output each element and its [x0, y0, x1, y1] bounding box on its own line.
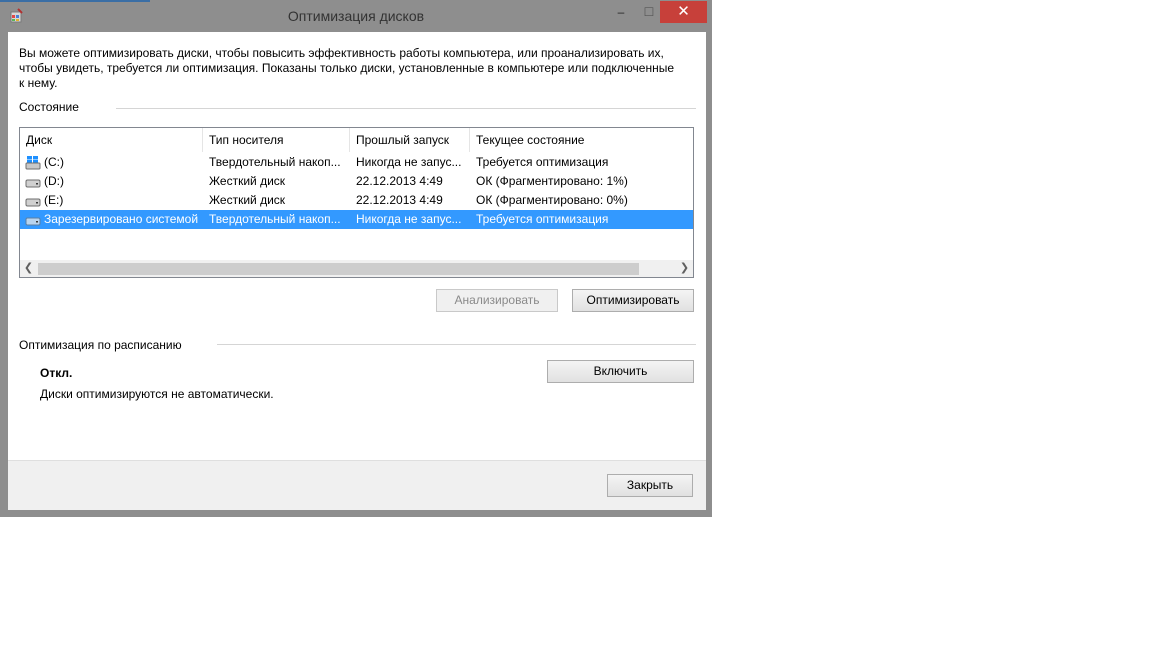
last-run: 22.12.2013 4:49 — [356, 193, 443, 207]
system-drive-icon — [25, 156, 41, 170]
intro-text: Вы можете оптимизировать диски, чтобы по… — [19, 46, 675, 90]
schedule-group-label: Оптимизация по расписанию — [19, 338, 182, 352]
disk-name: (C:) — [44, 155, 64, 169]
close-button[interactable]: Закрыть — [607, 474, 693, 497]
schedule-group-divider — [217, 344, 696, 345]
scroll-right-icon[interactable]: ❯ — [676, 260, 693, 277]
current-state: ОК (Фрагментировано: 1%) — [476, 174, 628, 188]
disk-row-c[interactable]: (C:) Твердотельный накоп... Никогда не з… — [20, 153, 693, 172]
disk-name: (E:) — [44, 193, 64, 207]
disk-list-header: Диск Тип носителя Прошлый запуск Текущее… — [20, 128, 693, 152]
hard-drive-icon — [25, 198, 41, 207]
media-type: Твердотельный накоп... — [209, 212, 341, 226]
scroll-left-icon[interactable]: ❮ — [20, 260, 37, 277]
disk-row-system-reserved[interactable]: Зарезервировано системой Твердотельный н… — [20, 210, 693, 229]
current-state: ОК (Фрагментировано: 0%) — [476, 193, 628, 207]
optimize-button[interactable]: Оптимизировать — [572, 289, 694, 312]
disk-row-d[interactable]: (D:) Жесткий диск 22.12.2013 4:49 ОК (Фр… — [20, 172, 693, 191]
maximize-button[interactable]: ☐ — [636, 2, 662, 22]
disk-row-e[interactable]: (E:) Жесткий диск 22.12.2013 4:49 ОК (Фр… — [20, 191, 693, 210]
last-run: Никогда не запус... — [356, 212, 462, 226]
dialog-content: Вы можете оптимизировать диски, чтобы по… — [8, 32, 706, 460]
hard-drive-icon — [25, 179, 41, 188]
media-type: Твердотельный накоп... — [209, 155, 341, 169]
column-header-disk[interactable]: Диск — [20, 128, 203, 152]
last-run: Никогда не запус... — [356, 155, 462, 169]
schedule-status: Откл. — [40, 366, 73, 380]
dialog-footer: Закрыть — [8, 460, 706, 510]
disk-name: (D:) — [44, 174, 64, 188]
status-group-divider — [116, 108, 696, 109]
current-state: Требуется оптимизация — [476, 212, 609, 226]
enable-schedule-button[interactable]: Включить — [547, 360, 694, 383]
minimize-button[interactable]: – — [606, 2, 636, 22]
analyze-button[interactable]: Анализировать — [436, 289, 558, 312]
last-run: 22.12.2013 4:49 — [356, 174, 443, 188]
horizontal-scrollbar[interactable]: ❮ ❯ — [20, 260, 693, 277]
title-bar[interactable]: Оптимизация дисков – ☐ ✕ — [0, 0, 712, 32]
disk-optimization-window: Оптимизация дисков – ☐ ✕ Вы можете оптим… — [0, 0, 712, 517]
media-type: Жесткий диск — [209, 174, 286, 188]
schedule-description: Диски оптимизируются не автоматически. — [40, 387, 274, 401]
column-header-current-state[interactable]: Текущее состояние — [470, 128, 693, 152]
column-header-last-run[interactable]: Прошлый запуск — [350, 128, 470, 152]
current-state: Требуется оптимизация — [476, 155, 609, 169]
disk-list[interactable]: Диск Тип носителя Прошлый запуск Текущее… — [19, 127, 694, 278]
close-window-button[interactable]: ✕ — [660, 1, 707, 23]
disk-name: Зарезервировано системой — [44, 212, 199, 226]
ssd-drive-icon — [25, 217, 41, 226]
status-group-label: Состояние — [19, 100, 79, 114]
media-type: Жесткий диск — [209, 193, 286, 207]
scrollbar-thumb[interactable] — [38, 263, 639, 275]
column-header-media-type[interactable]: Тип носителя — [203, 128, 350, 152]
